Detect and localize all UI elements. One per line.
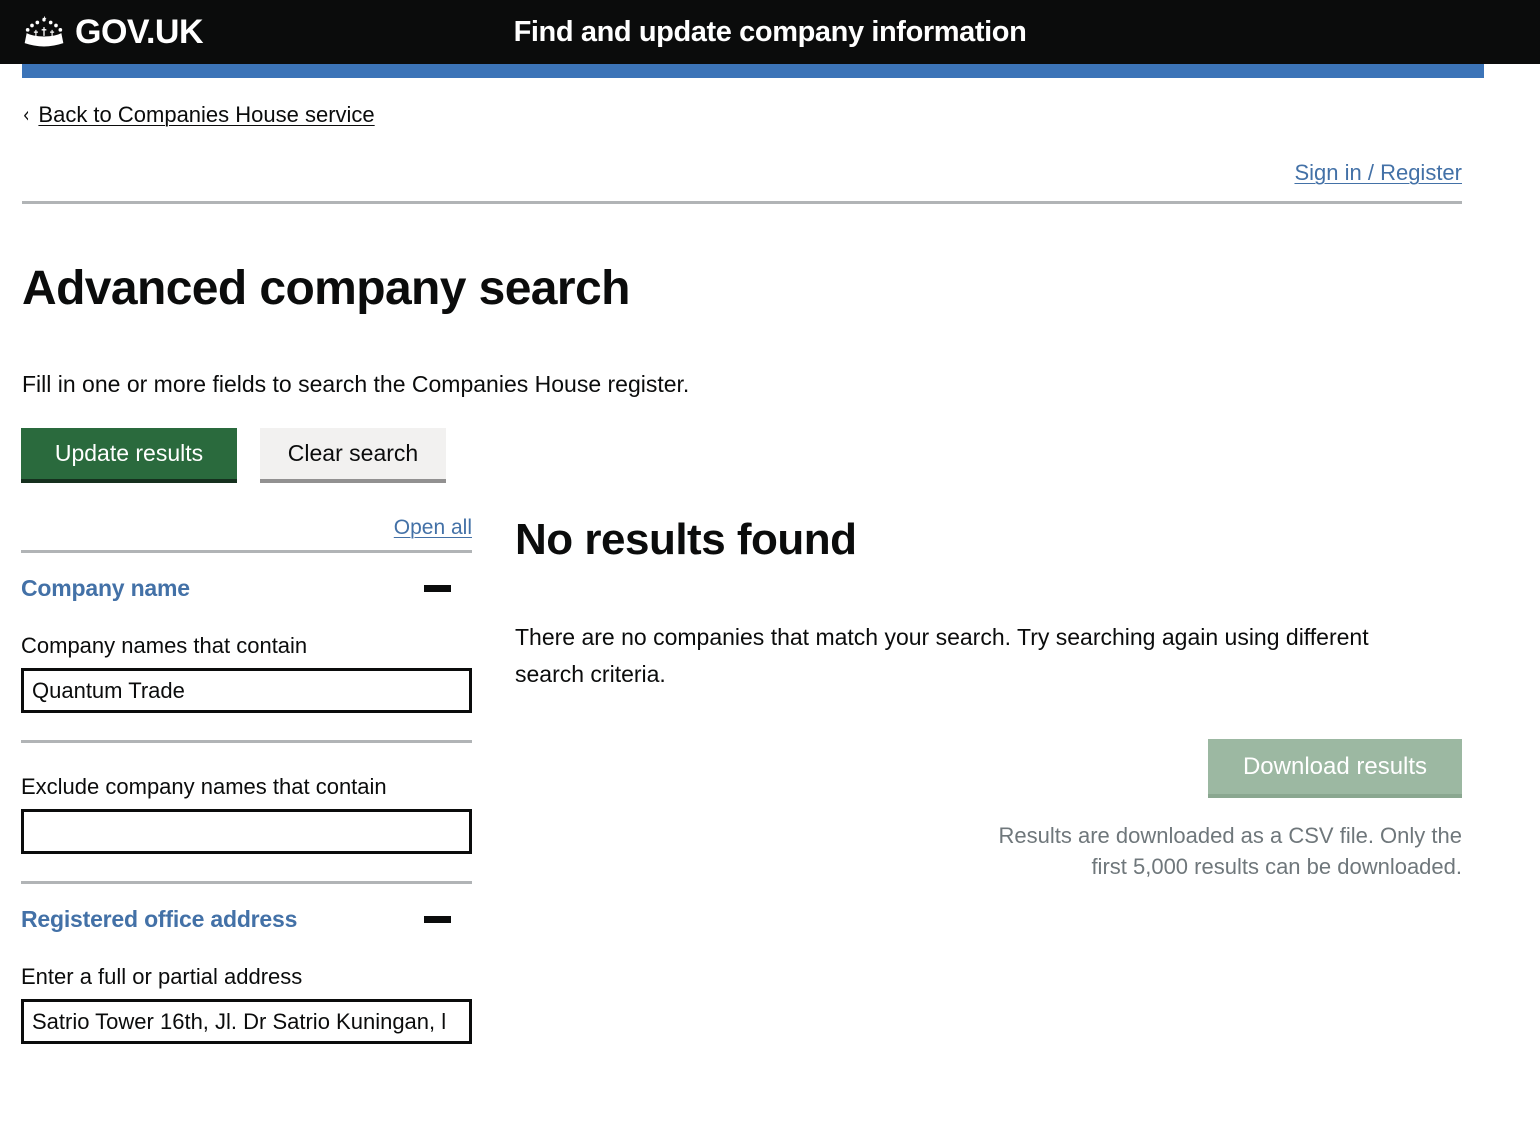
- search-filters-panel: Open all Company name Company names that…: [0, 483, 494, 1045]
- account-row: Sign in / Register: [0, 160, 1540, 186]
- accordion-title-registered-office-address: Registered office address: [21, 906, 298, 933]
- field-label-company-names-contain: Company names that contain: [21, 633, 308, 659]
- sign-in-register-link[interactable]: Sign in / Register: [1294, 160, 1462, 185]
- accordion-section-company-name: Company name Company names that contain …: [21, 553, 472, 855]
- govuk-home-link[interactable]: GOV.UK: [22, 13, 204, 51]
- header-divider: [22, 201, 1462, 204]
- back-to-companies-house-link[interactable]: ‹ Back to Companies House service: [22, 102, 375, 128]
- govuk-logo-text: GOV.UK: [75, 13, 204, 51]
- open-all-row: Open all: [21, 516, 472, 540]
- download-note: Results are downloaded as a CSV file. On…: [998, 823, 1462, 880]
- clear-search-button[interactable]: Clear search: [260, 428, 446, 484]
- field-divider-1: [21, 740, 472, 744]
- back-link-row: ‹ Back to Companies House service: [22, 102, 1540, 128]
- search-results-panel: No results found There are no companies …: [494, 483, 1540, 904]
- field-label-exclude-company-names: Exclude company names that contain: [21, 774, 387, 800]
- page-title: Advanced company search: [22, 262, 630, 315]
- field-exclude-company-names: Exclude company names that contain: [21, 774, 472, 855]
- back-link-label: Back to Companies House service: [38, 102, 375, 127]
- minus-icon[interactable]: [424, 585, 451, 593]
- company-names-contain-input[interactable]: [21, 668, 472, 714]
- search-actions: Update results Clear search: [21, 428, 1540, 484]
- open-all-link[interactable]: Open all: [394, 516, 472, 539]
- page-intro-text: Fill in one or more fields to search the…: [22, 371, 690, 398]
- minus-icon[interactable]: [424, 916, 451, 924]
- results-heading: No results found: [515, 515, 857, 565]
- field-company-names-contain: Company names that contain: [21, 633, 472, 714]
- update-results-button[interactable]: Update results: [21, 428, 237, 484]
- accordion-title-company-name: Company name: [21, 575, 190, 602]
- service-accent-bar: [22, 64, 1484, 78]
- main-content: Open all Company name Company names that…: [0, 483, 1540, 1045]
- service-name: Find and update company information: [513, 15, 1027, 48]
- field-label-registered-office-address: Enter a full or partial address: [21, 964, 303, 990]
- exclude-company-names-input[interactable]: [21, 809, 472, 855]
- crown-icon: [22, 14, 66, 50]
- accordion-toggle-registered-office-address[interactable]: Registered office address: [21, 884, 472, 933]
- download-results-button[interactable]: Download results: [1208, 739, 1462, 799]
- download-row: Download results: [515, 739, 1462, 799]
- field-registered-office-address: Enter a full or partial address: [21, 964, 472, 1045]
- accordion-toggle-company-name[interactable]: Company name: [21, 553, 472, 602]
- govuk-header: GOV.UK Find and update company informati…: [0, 0, 1540, 64]
- chevron-left-icon: ‹: [22, 102, 30, 127]
- results-empty-message: There are no companies that match your s…: [515, 624, 1369, 688]
- registered-office-address-input[interactable]: [21, 999, 472, 1045]
- accordion-section-registered-office-address: Registered office address Enter a full o…: [21, 884, 472, 1045]
